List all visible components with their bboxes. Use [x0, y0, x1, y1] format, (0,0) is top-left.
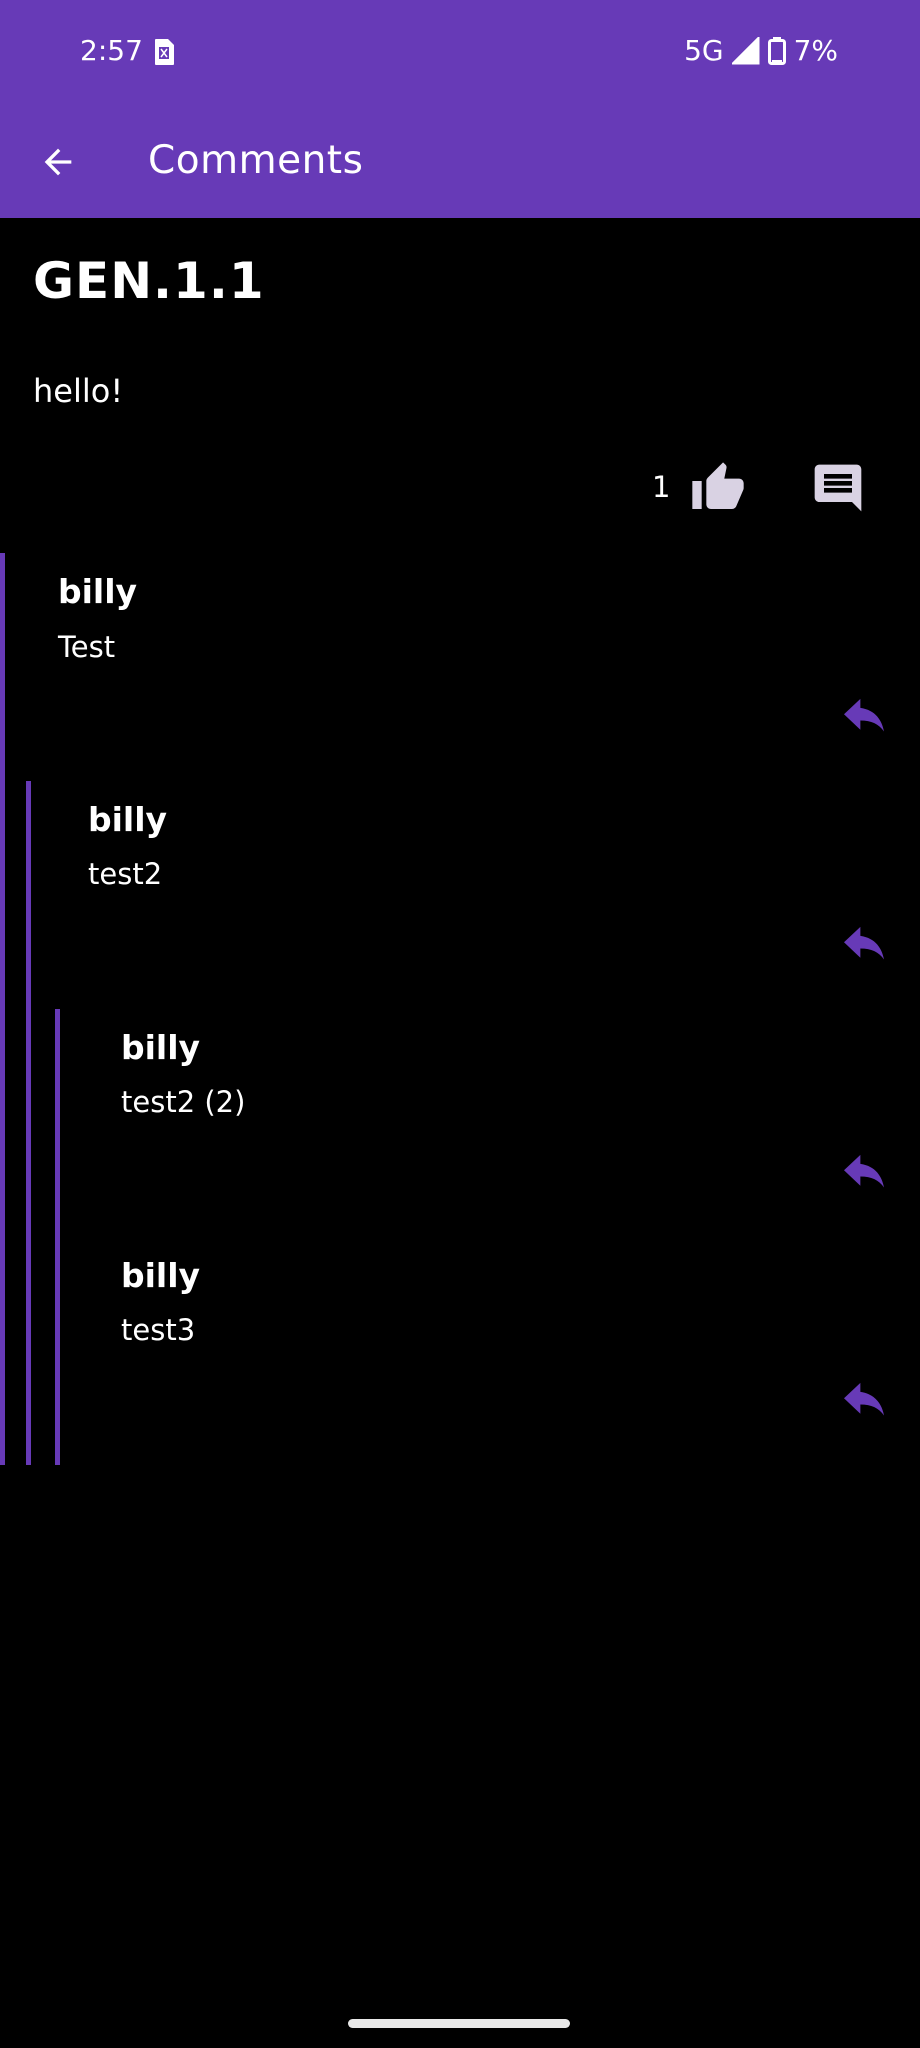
- network-type: 5G: [684, 34, 724, 67]
- reply-icon: [844, 1382, 884, 1416]
- comment-author: billy: [121, 1256, 201, 1295]
- comment-text: Test: [58, 630, 116, 664]
- signal-icon: [731, 36, 760, 65]
- sim-card-icon: [153, 38, 175, 66]
- gesture-nav-handle[interactable]: [348, 2019, 570, 2028]
- comment-text: test2 (2): [121, 1085, 246, 1119]
- reply-icon: [844, 926, 884, 960]
- status-time: 2:57: [80, 34, 143, 67]
- comment-author: billy: [121, 1028, 201, 1067]
- post-title: GEN.1.1: [33, 252, 265, 310]
- like-button[interactable]: [690, 460, 746, 516]
- comment-icon: [814, 464, 862, 512]
- comment-text: test3: [121, 1313, 196, 1347]
- reply-button[interactable]: [842, 1153, 886, 1193]
- thumb-up-icon: [692, 462, 744, 509]
- status-right-group: 5G 7%: [684, 34, 838, 67]
- comment-button[interactable]: [810, 460, 866, 516]
- thread-line-level-3: [55, 1009, 60, 1465]
- reply-icon: [844, 1154, 884, 1188]
- battery-level: 7%: [793, 34, 838, 67]
- comment-author: billy: [58, 572, 138, 611]
- status-bar: 2:57 5G 7%: [0, 0, 920, 104]
- arrow-back-icon: [44, 148, 72, 176]
- reply-button[interactable]: [842, 697, 886, 737]
- comment-text: test2: [88, 857, 163, 891]
- thread-line-level-1: [0, 553, 5, 1465]
- back-button[interactable]: [30, 134, 86, 190]
- reply-button[interactable]: [842, 925, 886, 965]
- battery-icon: [767, 36, 786, 65]
- reply-button[interactable]: [842, 1381, 886, 1421]
- reply-icon: [844, 698, 884, 732]
- post-body: hello!: [33, 372, 124, 410]
- app-bar: Comments: [0, 104, 920, 218]
- like-count: 1: [652, 470, 671, 504]
- comments-screen: 2:57 5G 7% Comments GEN.1.1 hello! 1 bil…: [0, 0, 920, 2048]
- comment-author: billy: [88, 800, 168, 839]
- thread-line-level-2: [26, 781, 31, 1465]
- page-title: Comments: [148, 138, 364, 183]
